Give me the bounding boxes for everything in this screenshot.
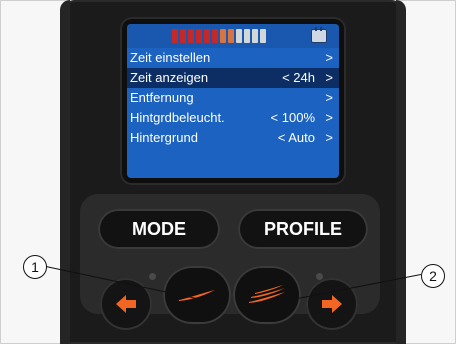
chevron-right-icon: > [325,90,333,105]
battery-segment [188,29,194,43]
mode-button[interactable]: MODE [98,209,220,249]
chevron-right-icon: > [325,50,333,65]
left-arrow-icon [116,295,136,313]
callout-2: 2 [421,264,445,288]
battery-segment [228,29,234,43]
right-arrow-icon [322,295,342,313]
battery-segment [220,29,226,43]
single-stroke-button[interactable] [163,266,231,324]
chevron-right-icon: > [325,130,333,145]
menu-item-label: Entfernung [130,90,194,105]
menu-item-value: < 24h [282,70,315,85]
menu-item-label: Zeit einstellen [130,50,211,65]
battery-segment [172,29,178,43]
indicator-led-left [149,273,156,280]
memory-card-icon [311,27,327,43]
chevron-right-icon: > [325,110,333,125]
menu-item-label: Hintergrund [130,130,198,145]
menu-item-zeit-anzeigen[interactable]: Zeit anzeigen < 24h > [127,68,339,88]
callout-1: 1 [23,255,47,279]
menu-item-entfernung[interactable]: Entfernung > [127,88,339,108]
battery-indicator [172,29,266,43]
battery-segment [180,29,186,43]
menu-item-label: Zeit anzeigen [130,70,209,85]
menu-item-hintergrund[interactable]: Hintergrund < Auto > [127,128,339,148]
battery-segment [244,29,250,43]
lcd-screen: Zeit einstellen > Zeit anzeigen < 24h > … [127,24,339,178]
multi-stroke-button[interactable] [233,266,301,324]
battery-segment [260,29,266,43]
right-arrow-button[interactable] [306,278,358,330]
menu-item-value: < Auto [277,130,315,145]
menu-item-value: < 100% [270,110,315,125]
battery-segment [204,29,210,43]
settings-menu: Zeit einstellen > Zeit anzeigen < 24h > … [127,48,339,148]
menu-item-zeit-einstellen[interactable]: Zeit einstellen > [127,48,339,68]
menu-item-label: Hintgrdbeleucht. [130,110,225,125]
battery-segment [252,29,258,43]
profile-button[interactable]: PROFILE [238,209,368,249]
battery-segment [196,29,202,43]
status-bar [127,24,339,48]
left-arrow-button[interactable] [100,278,152,330]
battery-segment [236,29,242,43]
menu-item-hintergrundbeleuchtung[interactable]: Hintgrdbeleucht. < 100% > [127,108,339,128]
battery-segment [212,29,218,43]
chevron-right-icon: > [325,70,333,85]
